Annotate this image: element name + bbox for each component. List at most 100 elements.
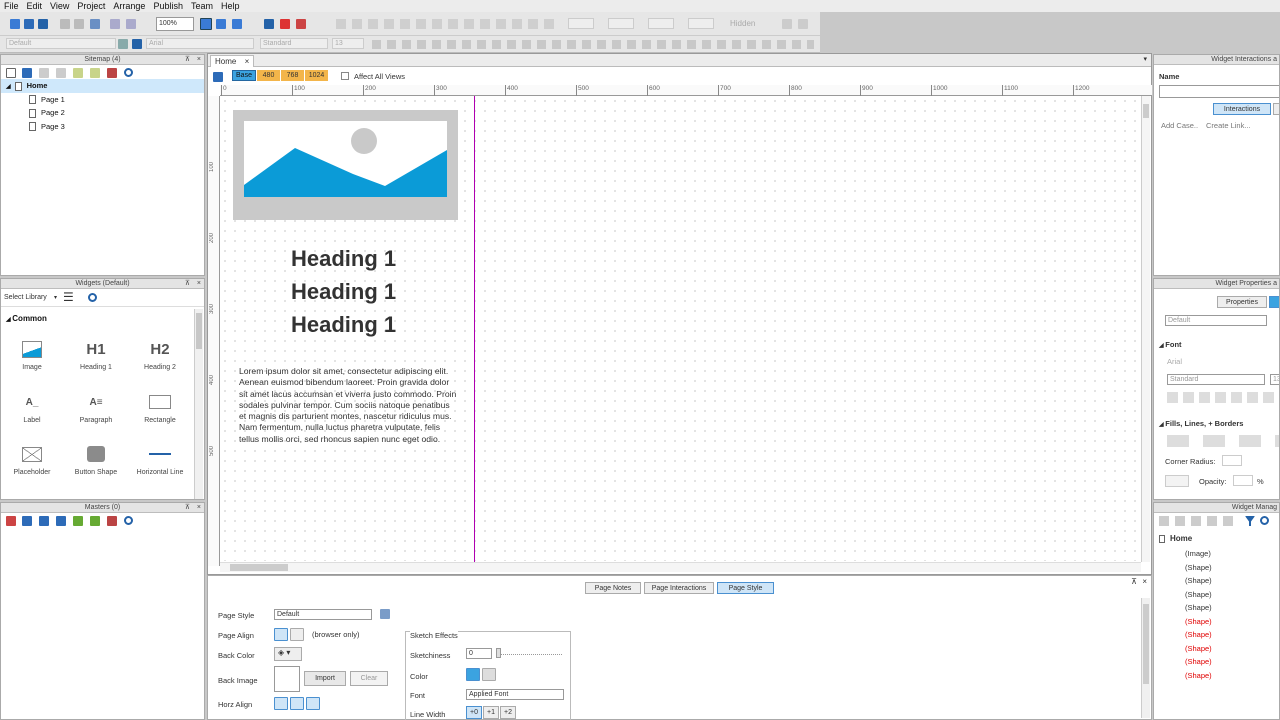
select-library-dropdown[interactable]: Select Library <box>4 294 47 301</box>
line-width-2-button[interactable]: +2 <box>500 706 516 719</box>
tab-page-interactions[interactable]: Page Interactions <box>644 582 714 594</box>
section-common[interactable]: ◢ Common <box>6 314 47 323</box>
font-section-toggle[interactable]: ◢ Font <box>1159 340 1182 349</box>
close-icon[interactable]: × <box>197 55 201 65</box>
adaptive-views-icon[interactable] <box>213 72 223 82</box>
sketchiness-input[interactable]: 0 <box>466 648 492 659</box>
menu-view[interactable]: View <box>46 0 73 12</box>
manager-item[interactable]: (Shape) <box>1185 617 1212 626</box>
breakpoint-guide[interactable] <box>474 96 475 562</box>
publish-icon[interactable] <box>296 19 306 29</box>
sitemap-item-page1[interactable]: Page 1 <box>1 93 204 107</box>
font-size-select[interactable]: 13 <box>1270 374 1279 385</box>
zoom-select[interactable]: 100% <box>156 17 194 31</box>
heading-3[interactable]: Heading 1 <box>291 312 396 338</box>
font-style-select[interactable]: Standard <box>1167 374 1265 385</box>
copy-icon[interactable] <box>74 19 84 29</box>
tab-page-notes[interactable]: Page Notes <box>585 582 641 594</box>
manager-item[interactable]: (Shape) <box>1185 576 1212 585</box>
horz-align-right-icon[interactable] <box>306 697 320 710</box>
widget-item[interactable]: A≡ Paragraph <box>64 387 128 425</box>
image-widget[interactable] <box>233 110 458 220</box>
crop-icon[interactable] <box>232 19 242 29</box>
manager-item[interactable]: (Shape) <box>1185 644 1212 653</box>
search-icon[interactable] <box>124 516 133 525</box>
menu-project[interactable]: Project <box>73 0 109 12</box>
close-icon[interactable]: × <box>197 503 201 513</box>
select-mode-icon[interactable] <box>200 18 212 30</box>
canvas-vertical-scrollbar[interactable] <box>1141 96 1150 562</box>
paste-icon[interactable] <box>90 19 100 29</box>
widget-item[interactable]: Horizontal Line <box>128 439 192 476</box>
view-1024[interactable]: 1024 <box>305 70 328 81</box>
delete-icon[interactable] <box>107 516 117 526</box>
close-icon[interactable]: × <box>245 57 250 66</box>
font-family-select[interactable]: Arial <box>146 38 254 49</box>
search-icon[interactable] <box>1260 516 1269 525</box>
tab-interactions[interactable]: Interactions <box>1213 103 1271 115</box>
search-icon[interactable] <box>88 293 97 302</box>
close-icon[interactable]: × <box>197 279 201 289</box>
height-field[interactable] <box>688 18 714 29</box>
opacity-input[interactable] <box>1233 475 1253 486</box>
cut-icon[interactable] <box>60 19 70 29</box>
sitemap-item-home[interactable]: ◢ Home <box>1 79 204 93</box>
font-style-select[interactable]: Standard <box>260 38 328 49</box>
page-style-select[interactable]: Default <box>274 609 372 620</box>
sketch-font-select[interactable]: Applied Font <box>466 689 564 700</box>
move-down-icon[interactable] <box>56 68 66 78</box>
indent-icon[interactable] <box>73 68 83 78</box>
chevron-down-icon[interactable]: ▾ <box>54 294 57 301</box>
add-case-link[interactable]: Add Case.. <box>1161 121 1198 130</box>
paragraph-widget[interactable]: Lorem ipsum dolor sit amet, consectetur … <box>239 366 457 445</box>
clear-button[interactable]: Clear <box>350 671 388 686</box>
add-page-icon[interactable] <box>6 68 16 78</box>
bottom-scrollbar[interactable] <box>1141 598 1150 718</box>
open-folder-icon[interactable] <box>24 19 34 29</box>
align-left-icon[interactable] <box>274 628 288 641</box>
style-edit-icon[interactable] <box>132 39 142 49</box>
manager-item[interactable]: (Shape) <box>1185 671 1212 680</box>
y-field[interactable] <box>608 18 634 29</box>
widget-item[interactable]: H2 Heading 2 <box>128 334 192 372</box>
outdent-icon[interactable] <box>90 516 100 526</box>
widgets-scrollbar[interactable] <box>194 309 203 499</box>
menu-publish[interactable]: Publish <box>149 0 187 12</box>
widget-item[interactable]: H1 Heading 1 <box>64 334 128 372</box>
widget-item[interactable]: Rectangle <box>128 387 192 424</box>
manage-styles-icon[interactable] <box>380 609 390 619</box>
affect-all-checkbox[interactable] <box>341 72 349 80</box>
redo-icon[interactable] <box>126 19 136 29</box>
add-folder-icon[interactable] <box>22 516 32 526</box>
heading-2[interactable]: Heading 1 <box>291 279 396 305</box>
sitemap-item-page3[interactable]: Page 3 <box>1 120 204 134</box>
outdent-icon[interactable] <box>90 68 100 78</box>
canvas-horizontal-scrollbar[interactable] <box>220 562 1141 572</box>
move-down-icon[interactable] <box>56 516 66 526</box>
widget-item[interactable]: Image <box>0 334 64 371</box>
save-icon[interactable] <box>38 19 48 29</box>
undo-icon[interactable] <box>110 19 120 29</box>
menu-file[interactable]: File <box>0 0 23 12</box>
tab-style[interactable] <box>1269 296 1279 308</box>
font-size-select[interactable]: 13 <box>332 38 364 49</box>
color-mode-icon[interactable] <box>466 668 480 681</box>
import-button[interactable]: Import <box>304 671 346 686</box>
manager-item[interactable]: (Shape) <box>1185 657 1212 666</box>
horz-align-center-icon[interactable] <box>290 697 304 710</box>
fill-color-picker[interactable] <box>1165 475 1189 487</box>
create-link-link[interactable]: Create Link... <box>1206 121 1251 130</box>
grayscale-mode-icon[interactable] <box>482 668 496 681</box>
tab-notes[interactable] <box>1273 103 1279 115</box>
widget-style-select[interactable]: Default <box>6 38 116 49</box>
close-icon[interactable]: × <box>1142 577 1147 586</box>
manager-item[interactable]: (Shape) <box>1185 590 1212 599</box>
tab-properties[interactable]: Properties <box>1217 296 1267 308</box>
move-up-icon[interactable] <box>39 516 49 526</box>
format-painter-icon[interactable] <box>118 39 128 49</box>
back-image-preview[interactable] <box>274 666 300 692</box>
filter-icon[interactable] <box>1245 516 1255 526</box>
menu-team[interactable]: Team <box>187 0 217 12</box>
pin-icon[interactable]: ⊼ <box>185 503 190 513</box>
widget-item[interactable]: A_ Label <box>0 387 64 425</box>
